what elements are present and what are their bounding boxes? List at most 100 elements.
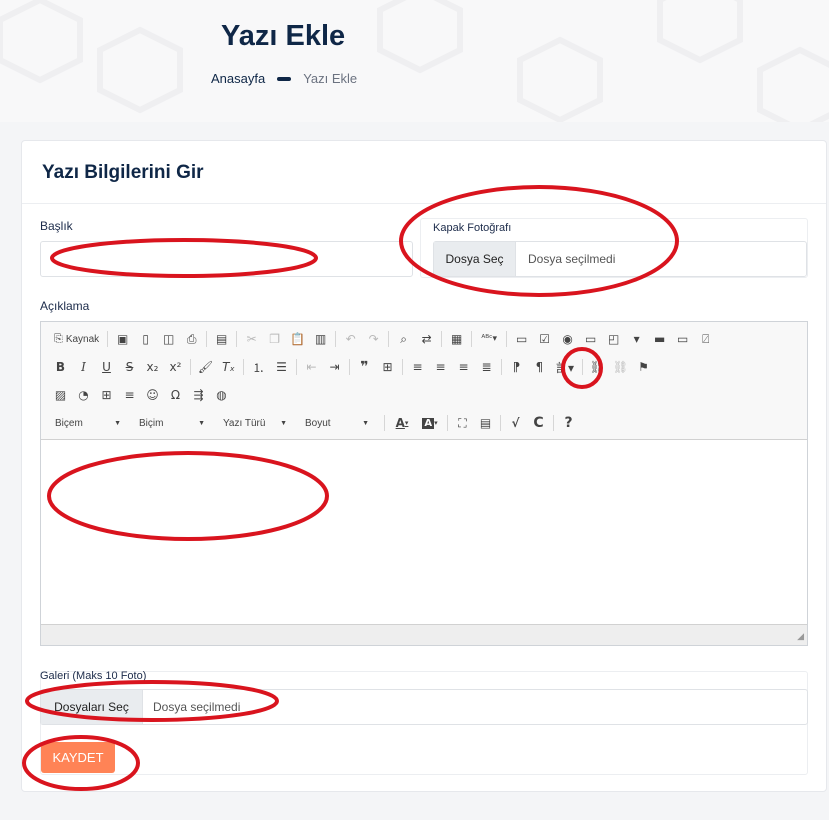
source-button[interactable]: ⎘ Kaynak [49, 328, 104, 350]
smiley-icon[interactable]: ☺ [141, 384, 164, 406]
show-blocks-icon[interactable]: ▤ [474, 412, 497, 434]
save-button[interactable]: KAYDET [41, 742, 115, 773]
toolbar-separator [206, 331, 208, 347]
resize-handle-icon[interactable]: ◢ [797, 631, 804, 642]
align-right-icon[interactable]: ≡ [452, 356, 475, 378]
templates-icon[interactable]: ▤ [210, 328, 233, 350]
toolbar-separator [501, 359, 502, 375]
blockquote-icon[interactable]: ❞ [353, 356, 376, 378]
rich-text-editor: ⎘ Kaynak ▣ ▯ ◫ ⎙ ▤ ✂ ❐ 📋 ▥ ↶ ↷ ⌕ ⇄ ▦ ᴬᴮᶜ… [40, 321, 808, 646]
replace-icon[interactable]: ⇄ [415, 328, 438, 350]
gallery-label: Galeri (Maks 10 Foto) [40, 670, 147, 682]
styles-combo-label: Biçem [55, 417, 83, 429]
breadcrumb-home-link[interactable]: Anasayfa [211, 71, 265, 86]
text-direction-rtl-icon[interactable]: ¶ [528, 356, 551, 378]
print-icon[interactable]: ⎙ [180, 328, 203, 350]
subscript-icon[interactable]: x₂ [141, 356, 164, 378]
outdent-icon[interactable]: ⇤ [300, 356, 323, 378]
toolbar-separator [190, 359, 191, 375]
toolbar-separator [553, 415, 554, 431]
breadcrumb-separator [277, 76, 292, 81]
align-left-icon[interactable]: ≡ [406, 356, 429, 378]
source-icon: ⎘ [54, 332, 63, 345]
bg-color-label: A [422, 417, 435, 429]
cover-photo-input[interactable]: Dosya Seç Dosya seçilmedi [433, 241, 807, 277]
align-justify-icon[interactable]: ≣ [475, 356, 498, 378]
new-page-icon[interactable]: ▯ [134, 328, 157, 350]
copy-icon[interactable]: ❐ [263, 328, 286, 350]
indent-icon[interactable]: ⇥ [323, 356, 346, 378]
button-field-icon[interactable]: ▬ [648, 328, 671, 350]
numbered-list-icon[interactable]: ⒈ [247, 356, 270, 378]
bold-icon[interactable]: B [49, 356, 72, 378]
paste-text-icon[interactable]: ▥ [309, 328, 332, 350]
iframe-globe-icon[interactable]: ◍ [210, 384, 233, 406]
editor-toolbar: ⎘ Kaynak ▣ ▯ ◫ ⎙ ▤ ✂ ❐ 📋 ▥ ↶ ↷ ⌕ ⇄ ▦ ᴬᴮᶜ… [41, 322, 807, 440]
hidden-field-icon[interactable]: ⍁ [694, 328, 717, 350]
cut-icon[interactable]: ✂ [240, 328, 263, 350]
gallery-input[interactable]: Dosyaları Seç Dosya seçilmedi [40, 689, 808, 725]
format-combo-label: Biçim [139, 417, 164, 429]
div-container-icon[interactable]: ⊞ [376, 356, 399, 378]
section-title: Yazı Bilgilerini Gir [42, 162, 204, 183]
page-title: Yazı Ekle [221, 20, 346, 52]
maximize-icon[interactable]: ⛶ [451, 412, 474, 434]
italic-icon[interactable]: I [72, 356, 95, 378]
toolbar-separator [402, 359, 403, 375]
textarea-icon[interactable]: ◰ [602, 328, 625, 350]
help-button[interactable]: ? [557, 412, 580, 434]
copy-format-icon[interactable]: 🖌 [194, 356, 217, 378]
strikethrough-icon[interactable]: S [118, 356, 141, 378]
image-button-icon[interactable]: ▭ [671, 328, 694, 350]
horizontal-line-icon[interactable]: ≡ [118, 384, 141, 406]
size-combo[interactable]: Boyut ▼ [299, 413, 375, 433]
toolbar-separator [349, 359, 350, 375]
cover-photo-label: Kapak Fotoğrafı [433, 222, 512, 234]
language-icon[interactable]: 訁▾ [551, 356, 579, 378]
undo-icon[interactable]: ↶ [339, 328, 362, 350]
bg-color-icon[interactable]: A ▾ [416, 412, 444, 434]
save-icon[interactable]: ▣ [111, 328, 134, 350]
paste-icon[interactable]: 📋 [286, 328, 309, 350]
editor-content-area[interactable] [41, 441, 807, 625]
format-combo[interactable]: Biçim ▼ [133, 413, 211, 433]
flash-icon[interactable]: ◔ [72, 384, 95, 406]
editor-status-bar: ◢ [41, 624, 807, 645]
toolbar-row-3: ▨ ◔ ⊞ ≡ ☺ Ω ⇶ ◍ [49, 384, 233, 406]
title-input[interactable] [40, 241, 413, 277]
spellcheck-icon[interactable]: ᴬᴮᶜ▾ [475, 328, 503, 350]
superscript-icon[interactable]: x² [164, 356, 187, 378]
form-icon[interactable]: ▭ [510, 328, 533, 350]
size-combo-label: Boyut [305, 417, 331, 429]
underline-icon[interactable]: U [95, 356, 118, 378]
find-icon[interactable]: ⌕ [392, 328, 415, 350]
select-all-icon[interactable]: ▦ [445, 328, 468, 350]
font-combo[interactable]: Yazı Türü ▼ [217, 413, 293, 433]
table-icon[interactable]: ⊞ [95, 384, 118, 406]
gallery-choose-files-button[interactable]: Dosyaları Seç [41, 690, 143, 724]
select-field-icon[interactable]: ▾ [625, 328, 648, 350]
special-char-icon[interactable]: Ω [164, 384, 187, 406]
image-icon[interactable]: ▨ [49, 384, 72, 406]
page-break-icon[interactable]: ⇶ [187, 384, 210, 406]
remove-format-icon[interactable]: Tₓ [217, 356, 240, 378]
text-field-icon[interactable]: ▭ [579, 328, 602, 350]
link-icon[interactable]: ⛓ [586, 356, 609, 378]
toolbar-separator [384, 415, 385, 431]
toolbar-separator [296, 359, 297, 375]
text-direction-ltr-icon[interactable]: ⁋ [505, 356, 528, 378]
cover-choose-file-button[interactable]: Dosya Seç [434, 242, 516, 276]
text-color-icon[interactable]: A ▾ [388, 412, 416, 434]
redo-icon[interactable]: ↷ [362, 328, 385, 350]
anchor-flag-icon[interactable]: ⚑ [632, 356, 655, 378]
radio-icon[interactable]: ◉ [556, 328, 579, 350]
breadcrumb: Anasayfa Yazı Ekle [211, 71, 357, 86]
unlink-icon[interactable]: ⛓ [609, 356, 632, 378]
checkbox-icon[interactable]: ☑ [533, 328, 556, 350]
align-center-icon[interactable]: ≡ [429, 356, 452, 378]
styles-combo[interactable]: Biçem ▼ [49, 413, 127, 433]
formula-icon[interactable]: √ [504, 412, 527, 434]
code-snippet-icon[interactable]: C [527, 412, 550, 434]
bulleted-list-icon[interactable]: ☰ [270, 356, 293, 378]
preview-icon[interactable]: ◫ [157, 328, 180, 350]
